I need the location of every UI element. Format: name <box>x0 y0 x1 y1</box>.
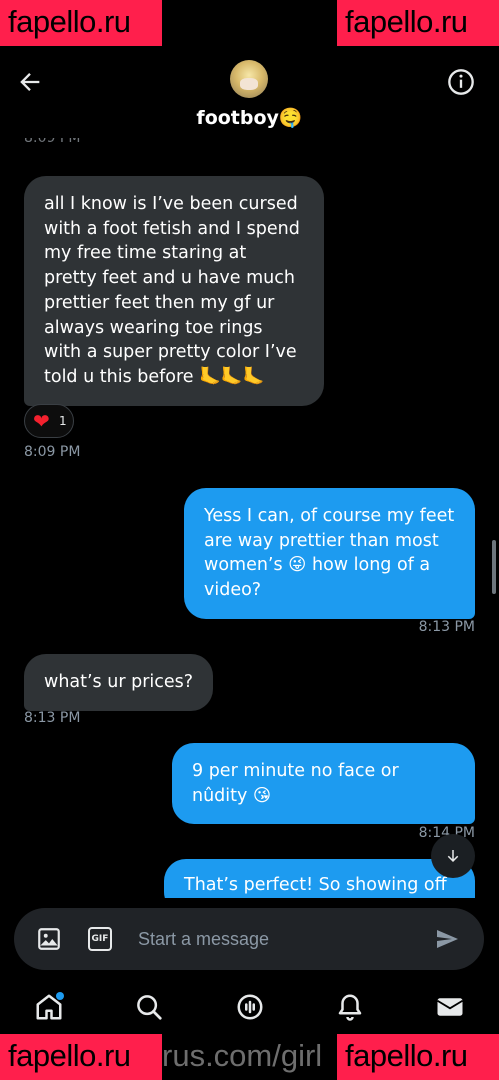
image-icon[interactable] <box>36 926 62 952</box>
message-timestamp: 8:09 PM <box>24 444 81 460</box>
scrollbar[interactable] <box>492 540 496 594</box>
contact-name[interactable]: footboy🤤 <box>0 106 499 129</box>
notifications-icon[interactable] <box>335 992 365 1022</box>
message-input[interactable] <box>138 924 418 954</box>
message-composer: GIF <box>14 908 484 970</box>
heart-icon: ❤ <box>33 409 50 433</box>
info-icon[interactable] <box>447 68 475 96</box>
message-thread[interactable]: 8:09 PM all I know is I’ve been cursed w… <box>0 138 499 898</box>
incoming-message[interactable]: what’s ur prices? <box>24 654 214 711</box>
watermark-top-left: fapello.ru <box>0 0 162 46</box>
scroll-to-bottom-button[interactable] <box>431 834 475 878</box>
outgoing-message[interactable]: 9 per minute no face or nûdity 😘 <box>172 743 475 825</box>
spaces-icon[interactable] <box>235 992 265 1022</box>
watermark-top-right: fapello.ru <box>337 0 499 46</box>
reaction-count: 1 <box>59 414 67 428</box>
notification-dot <box>56 992 64 1000</box>
incoming-message[interactable]: all I know is I’ve been cursed with a fo… <box>24 176 324 406</box>
outgoing-message[interactable]: That’s perfect! So showing off <box>164 859 475 898</box>
message-timestamp: 8:09 PM <box>24 138 81 146</box>
watermark-bottom-left: fapello.ru <box>0 1034 162 1080</box>
watermark-middle: rus.com/girl <box>162 1038 323 1073</box>
conversation-header: footboy🤤 <box>0 46 499 138</box>
gif-icon[interactable]: GIF <box>88 927 112 951</box>
send-icon[interactable] <box>434 927 460 951</box>
watermark-bottom-right: fapello.ru <box>337 1034 499 1080</box>
search-icon[interactable] <box>134 992 164 1022</box>
messages-icon[interactable] <box>435 992 465 1022</box>
contact-avatar[interactable] <box>230 60 268 98</box>
bottom-navigation <box>0 980 499 1036</box>
outgoing-message[interactable]: Yess I can, of course my feet are way pr… <box>184 488 475 619</box>
message-timestamp: 8:13 PM <box>24 710 81 726</box>
message-reaction[interactable]: ❤ 1 <box>24 404 74 438</box>
back-arrow-icon[interactable] <box>16 68 44 96</box>
message-timestamp: 8:13 PM <box>418 619 475 635</box>
arrow-down-icon <box>447 850 459 862</box>
